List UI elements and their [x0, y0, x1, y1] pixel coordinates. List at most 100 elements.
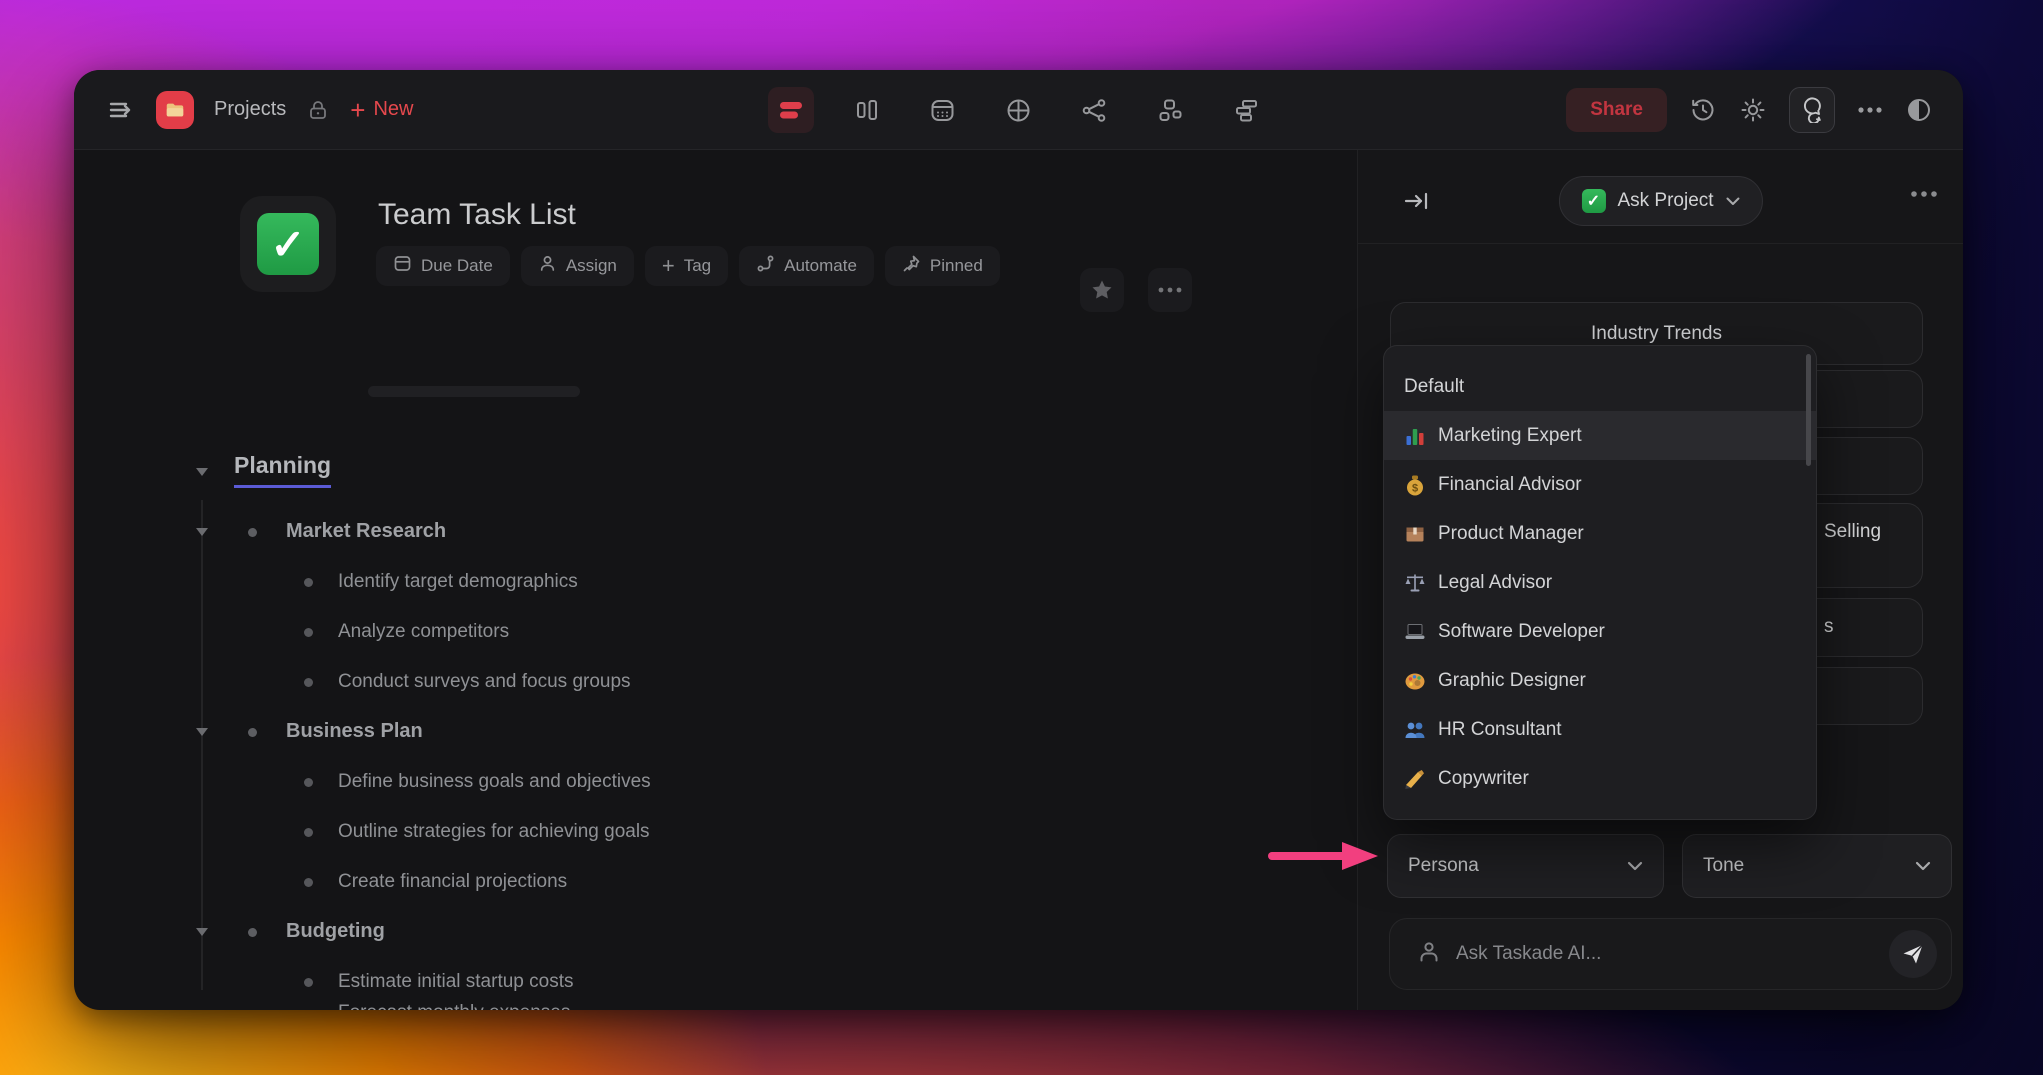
bullet-icon[interactable] — [304, 778, 313, 787]
collapse-caret-icon[interactable] — [196, 528, 208, 536]
persona-option-copywriter[interactable]: Copywriter — [1384, 754, 1816, 803]
outline-item-row[interactable]: Analyze competitors — [194, 608, 1294, 658]
outline-item-text: Define business goals and objectives — [338, 771, 651, 792]
tag-button[interactable]: + Tag — [644, 246, 729, 286]
ai-chat-button[interactable] — [1789, 86, 1835, 133]
outline-item-row[interactable]: Create financial projections — [194, 858, 1294, 908]
calendar-icon — [393, 254, 412, 278]
page-title[interactable]: Team Task List — [378, 198, 576, 232]
persona-select-label: Persona — [1408, 855, 1479, 876]
gantt-view-icon[interactable] — [1224, 87, 1270, 133]
favorite-star-button[interactable] — [1080, 268, 1124, 312]
share-button-label: Share — [1590, 98, 1643, 120]
tone-select[interactable]: Tone — [1682, 834, 1952, 898]
org-chart-view-icon[interactable] — [1148, 87, 1194, 133]
scales-icon — [1404, 572, 1426, 594]
list-view-icon[interactable] — [767, 87, 814, 133]
persona-option-label: Copywriter — [1438, 767, 1529, 789]
document-more-button[interactable] — [1148, 268, 1192, 312]
suggestion-fragment: Selling — [1824, 521, 1882, 542]
money-bag-icon: $ — [1404, 474, 1426, 496]
bullet-icon[interactable] — [304, 828, 313, 837]
mindmap-view-icon[interactable] — [996, 87, 1042, 133]
split-view-icon[interactable] — [1905, 96, 1933, 124]
bullet-icon[interactable] — [304, 978, 313, 987]
outline-heading-row[interactable]: Planning — [194, 452, 1294, 508]
person-icon — [1416, 939, 1442, 970]
outline-item-row[interactable]: Budgeting — [194, 908, 1294, 958]
progress-bar — [368, 386, 580, 397]
settings-gear-icon[interactable] — [1739, 96, 1767, 124]
bullet-icon[interactable] — [304, 628, 313, 637]
history-icon[interactable] — [1689, 96, 1717, 124]
outline-item-row[interactable]: Business Plan — [194, 708, 1294, 758]
persona-select[interactable]: Persona — [1387, 834, 1664, 898]
persona-option-default[interactable]: Default — [1384, 362, 1816, 411]
project-icon-card[interactable]: ✓ — [240, 196, 336, 292]
pinned-button[interactable]: Pinned — [884, 246, 1000, 286]
persona-option-hr-consultant[interactable]: HR Consultant — [1384, 705, 1816, 754]
projects-folder-icon[interactable] — [156, 90, 194, 129]
persona-option-label: HR Consultant — [1438, 718, 1562, 740]
persona-option-financial-advisor[interactable]: $ Financial Advisor — [1384, 460, 1816, 509]
outline-item-text: Outline strategies for achieving goals — [338, 821, 650, 842]
collapse-caret-icon[interactable] — [196, 468, 208, 476]
persona-dropdown-menu: Default Marketing Expert $ Financial Adviso… — [1383, 345, 1817, 820]
persona-option-partial[interactable] — [1384, 803, 1816, 819]
collapse-caret-icon[interactable] — [196, 928, 208, 936]
dropdown-scrollbar[interactable] — [1806, 354, 1811, 466]
people-icon — [1404, 719, 1426, 741]
persona-option-marketing-expert[interactable]: Marketing Expert — [1384, 411, 1816, 460]
sidebar-toggle-icon[interactable] — [106, 95, 136, 125]
palette-icon — [1404, 670, 1426, 692]
calendar-view-icon[interactable] — [920, 87, 966, 133]
send-button[interactable] — [1889, 930, 1937, 978]
persona-option-product-manager[interactable]: Product Manager — [1384, 509, 1816, 558]
person-icon — [538, 254, 557, 278]
outline-item-text: Budgeting — [286, 920, 385, 942]
assign-button[interactable]: Assign — [520, 246, 634, 286]
bullet-icon[interactable] — [304, 678, 313, 687]
collapse-caret-icon[interactable] — [196, 728, 208, 736]
outline-item-text: Business Plan — [286, 720, 423, 742]
view-switcher — [767, 70, 1270, 150]
persona-option-label: Default — [1404, 375, 1465, 397]
svg-text:$: $ — [1412, 482, 1418, 494]
outline-item-row[interactable]: Identify target demographics — [194, 558, 1294, 608]
share-nodes-view-icon[interactable] — [1072, 87, 1118, 133]
bullet-icon[interactable] — [304, 878, 313, 887]
outline-item-row[interactable]: Outline strategies for achieving goals — [194, 808, 1294, 858]
outline-item-row[interactable]: Conduct surveys and focus groups — [194, 658, 1294, 708]
outline-item-row[interactable]: Market Research — [194, 508, 1294, 558]
automate-button[interactable]: Automate — [739, 246, 874, 286]
bullet-icon[interactable] — [304, 578, 313, 587]
document-outline: Planning Market Research Identify target d… — [194, 452, 1294, 1010]
share-button[interactable]: Share — [1566, 87, 1667, 132]
persona-option-software-developer[interactable]: Software Developer — [1384, 607, 1816, 656]
pin-icon — [902, 254, 921, 278]
lock-icon[interactable] — [306, 98, 330, 122]
collapse-panel-icon[interactable] — [1402, 186, 1432, 216]
ai-prompt-input[interactable] — [1456, 943, 1875, 965]
more-options-icon[interactable] — [1857, 106, 1883, 114]
new-button[interactable]: + New — [350, 97, 414, 123]
projects-label[interactable]: Projects — [214, 98, 286, 121]
persona-option-graphic-designer[interactable]: Graphic Designer — [1384, 656, 1816, 705]
panel-more-icon[interactable] — [1910, 190, 1938, 198]
bullet-icon[interactable] — [248, 728, 257, 737]
new-button-label: New — [373, 98, 414, 120]
plus-icon: + — [661, 253, 675, 278]
chevron-down-icon — [1726, 197, 1740, 205]
bullet-icon[interactable] — [248, 528, 257, 537]
bullet-icon[interactable] — [248, 928, 257, 937]
persona-option-label: Financial Advisor — [1438, 473, 1582, 495]
outline-item-row[interactable]: Estimate initial startup costs — [194, 958, 1294, 1008]
assign-label: Assign — [565, 256, 617, 275]
persona-option-legal-advisor[interactable]: Legal Advisor — [1384, 558, 1816, 607]
board-view-icon[interactable] — [844, 87, 890, 133]
ask-project-dropdown[interactable]: ✓ Ask Project — [1558, 176, 1763, 226]
due-date-button[interactable]: Due Date — [376, 246, 510, 286]
outline-item-row[interactable]: Forecast monthly expenses — [194, 1002, 1294, 1010]
ai-input-box[interactable] — [1389, 918, 1952, 990]
outline-item-row[interactable]: Define business goals and objectives — [194, 758, 1294, 808]
